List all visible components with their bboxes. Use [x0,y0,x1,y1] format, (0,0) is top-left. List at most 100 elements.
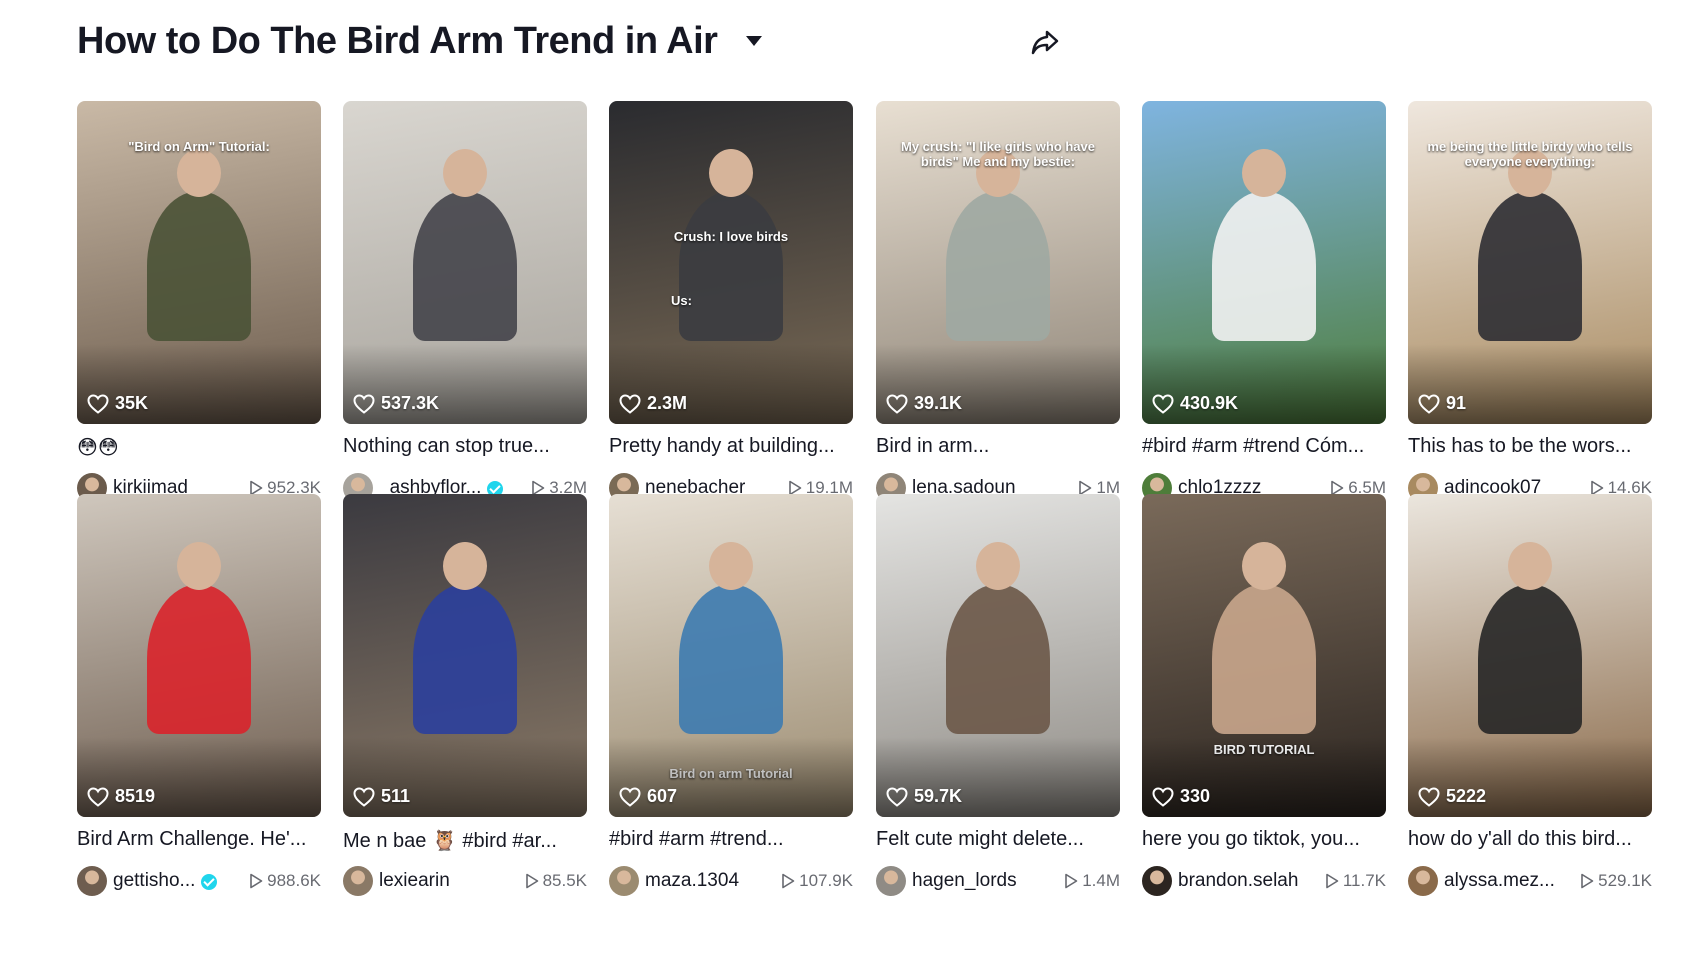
avatar[interactable] [1408,866,1438,896]
avatar[interactable] [1142,866,1172,896]
video-thumbnail[interactable]: 59.7K [876,494,1120,817]
video-card[interactable]: 59.7K Felt cute might delete... hagen_lo… [876,494,1120,896]
thumbnail-person [1478,584,1582,734]
video-thumbnail[interactable]: 430.9K [1142,101,1386,424]
view-count-value: 1.4M [1082,871,1120,890]
video-thumbnail[interactable]: 511 [343,494,587,817]
video-thumbnail[interactable]: My crush: "I like girls who have birds" … [876,101,1120,424]
thumbnail-person [1212,191,1316,341]
video-caption[interactable]: #bird #arm #trend... [609,828,853,851]
like-count-value: 2.3M [647,393,688,413]
video-caption[interactable]: 😳😳 [77,435,321,460]
thumbnail-person-head [709,542,753,590]
video-caption[interactable]: Pretty handy at building... [609,435,853,458]
username[interactable]: alyssa.mez... [1444,870,1555,892]
video-meta: lexiearin 85.5K [343,866,587,896]
play-icon [1580,873,1594,889]
video-caption[interactable]: how do y'all do this bird... [1408,828,1652,851]
view-count: 11.7K [1325,871,1386,891]
video-card[interactable]: "Bird on Arm" Tutorial: 35K 😳😳 kirkiimad… [77,101,321,503]
video-meta: brandon.selah 11.7K [1142,866,1386,896]
heart-icon [87,393,109,414]
video-caption[interactable]: Me n bae 🦉 #bird #ar... [343,828,587,853]
heart-icon [353,393,375,414]
avatar[interactable] [876,866,906,896]
video-card[interactable]: Bird on arm Tutorial 607 #bird #arm #tre… [609,494,853,896]
like-count-value: 39.1K [914,393,963,413]
video-thumbnail[interactable]: me being the little birdy who tells ever… [1408,101,1652,424]
like-count-value: 59.7K [914,786,963,806]
like-count: 607 [619,786,677,807]
video-card[interactable]: BIRD TUTORIAL 330 here you go tiktok, yo… [1142,494,1386,896]
like-count: 59.7K [886,786,962,807]
video-card[interactable]: Crush: I love birds Us: 2.3M Pretty handy… [609,101,853,503]
thumbnail-person-head [1242,149,1286,197]
heart-icon [87,786,109,807]
video-thumbnail[interactable]: BIRD TUTORIAL 330 [1142,494,1386,817]
thumbnail-person [679,584,783,734]
video-thumbnail[interactable]: 537.3K [343,101,587,424]
thumbnail-person [679,191,783,341]
thumbnail-person-head [177,149,221,197]
video-caption[interactable]: Bird Arm Challenge. He'... [77,828,321,851]
like-count-value: 607 [647,786,678,806]
page-header: How to Do The Bird Arm Trend in Air [77,18,1077,66]
thumbnail-person-head [443,149,487,197]
share-arrow-icon[interactable] [1027,24,1063,60]
thumbnail-person-head [177,542,221,590]
avatar[interactable] [77,866,107,896]
video-card[interactable]: My crush: "I like girls who have birds" … [876,101,1120,503]
like-count: 91 [1418,393,1466,414]
video-caption[interactable]: here you go tiktok, you... [1142,828,1386,851]
like-count: 537.3K [353,393,439,414]
video-meta: maza.1304 107.9K [609,866,853,896]
video-thumbnail[interactable]: 5222 [1408,494,1652,817]
video-thumbnail[interactable]: "Bird on Arm" Tutorial: 35K [77,101,321,424]
username[interactable]: gettisho... [113,870,195,892]
video-card[interactable]: 511 Me n bae 🦉 #bird #ar... lexiearin 85… [343,494,587,896]
video-card[interactable]: 430.9K #bird #arm #trend Cóm... chlo1zzz… [1142,101,1386,503]
view-count: 1.4M [1064,871,1120,891]
heart-icon [886,786,908,807]
username[interactable]: brandon.selah [1178,870,1298,892]
username[interactable]: maza.1304 [645,870,739,892]
avatar[interactable] [343,866,373,896]
video-overlay-text-2: Us: [671,293,692,308]
video-overlay-text: Crush: I love birds [673,229,789,244]
play-icon [781,873,795,889]
video-card[interactable]: 8519 Bird Arm Challenge. He'... gettisho… [77,494,321,896]
video-card[interactable]: 537.3K Nothing can stop true... _ashbyfl… [343,101,587,503]
video-caption[interactable]: #bird #arm #trend Cóm... [1142,435,1386,458]
video-caption[interactable]: Felt cute might delete... [876,828,1120,851]
avatar[interactable] [609,866,639,896]
heart-icon [1152,393,1174,414]
verified-badge-icon [201,874,217,890]
username[interactable]: hagen_lords [912,870,1017,892]
heart-icon [1418,393,1440,414]
video-meta: hagen_lords 1.4M [876,866,1120,896]
heart-icon [886,393,908,414]
video-thumbnail[interactable]: 8519 [77,494,321,817]
username[interactable]: lexiearin [379,870,450,892]
video-caption[interactable]: This has to be the wors... [1408,435,1652,458]
view-count: 529.1K [1580,871,1652,891]
like-count-value: 330 [1180,786,1211,806]
view-count-value: 11.7K [1342,871,1386,890]
caret-down-icon[interactable] [746,36,762,46]
view-count: 85.5K [525,871,587,891]
video-card[interactable]: me being the little birdy who tells ever… [1408,101,1652,503]
video-thumbnail[interactable]: Bird on arm Tutorial 607 [609,494,853,817]
video-card[interactable]: 5222 how do y'all do this bird... alyssa… [1408,494,1652,896]
video-overlay-text: me being the little birdy who tells ever… [1427,139,1633,169]
view-count: 107.9K [781,871,853,891]
thumbnail-person-head [976,542,1020,590]
play-icon [525,873,539,889]
video-meta: alyssa.mez... 529.1K [1408,866,1652,896]
thumbnail-person [147,191,251,341]
page-title: How to Do The Bird Arm Trend in Air [77,20,718,62]
like-count: 5222 [1418,786,1486,807]
video-caption[interactable]: Bird in arm... [876,435,1120,458]
video-thumbnail[interactable]: Crush: I love birds Us: 2.3M [609,101,853,424]
video-overlay-text: My crush: "I like girls who have birds" … [901,139,1095,169]
video-caption[interactable]: Nothing can stop true... [343,435,587,458]
